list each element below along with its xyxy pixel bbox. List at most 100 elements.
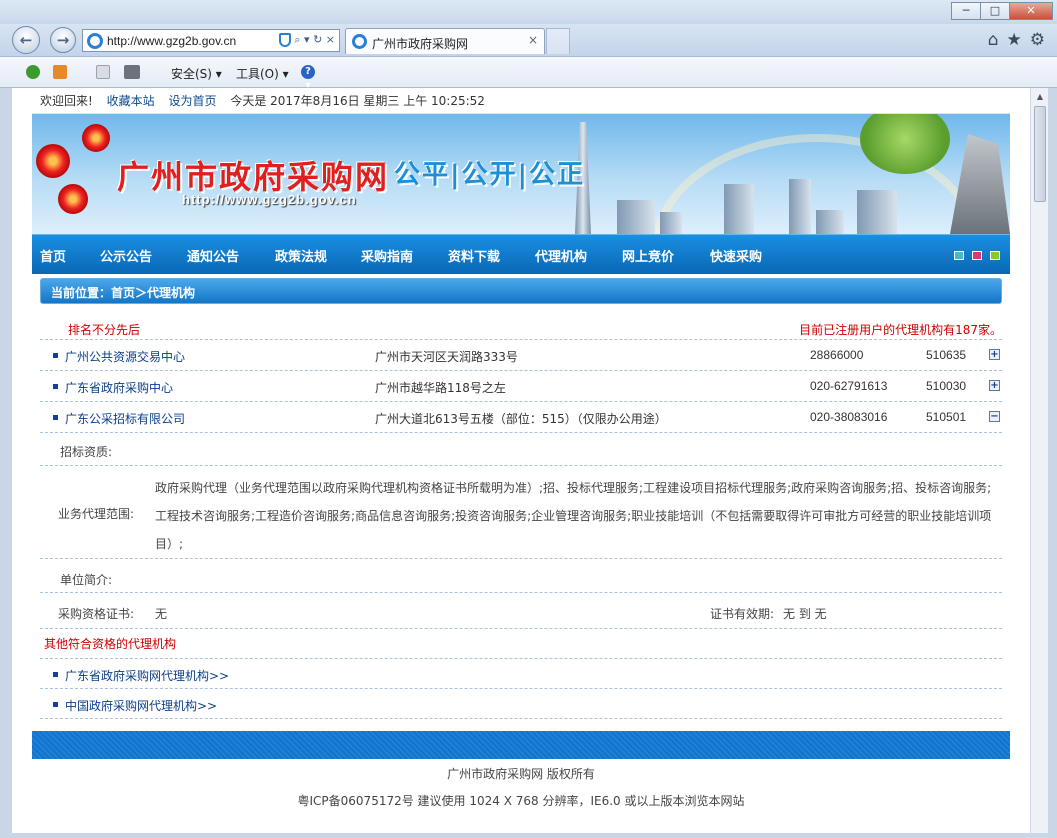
nav-item-home[interactable]: 首页 [40, 246, 66, 265]
set-home-link[interactable]: 设为首页 [168, 94, 216, 108]
scope-value: 政府采购代理（业务代理范围以政府采购代理机构资格证书所载明为准）;招、投标代理服… [155, 481, 992, 551]
agency-row[interactable]: 广州公共资源交易中心 广州市天河区天润路333号 28866000 510635… [40, 340, 1002, 371]
breadcrumb-text[interactable]: 当前位置：首页＞代理机构 [51, 284, 195, 301]
site-banner: 广州市政府采购网 http://www.gzg2b.gov.cn 公平|公开|公… [32, 114, 1010, 234]
other-agency-row[interactable]: 中国政府采购网代理机构>> [40, 689, 1002, 719]
forward-button[interactable]: → [50, 27, 76, 53]
nav-item-policies[interactable]: 政策法规 [275, 246, 327, 265]
new-tab-button[interactable] [546, 28, 570, 54]
other-agency-row[interactable]: 广东省政府采购网代理机构>> [40, 659, 1002, 689]
bullet-icon [53, 415, 58, 420]
other-agencies-heading: 其他符合资格的代理机构 [40, 629, 1002, 659]
building-decoration [857, 190, 897, 234]
building-decoration [617, 200, 655, 234]
other-agency-link[interactable]: 中国政府采购网代理机构>> [65, 697, 217, 714]
agency-name[interactable]: 广州公共资源交易中心 [65, 348, 185, 365]
bullet-icon [53, 353, 58, 358]
mail-icon[interactable] [96, 65, 110, 79]
ie-icon [87, 33, 103, 49]
ie-icon [352, 34, 367, 49]
shield-icon [279, 33, 292, 47]
agency-address: 广州市天河区天润路333号 [375, 350, 518, 364]
bookmark-link[interactable]: 收藏本站 [107, 94, 155, 108]
detail-scope: 业务代理范围: 政府采购代理（业务代理范围以政府采购代理机构资格证书所载明为准）… [40, 466, 1002, 559]
expand-icon[interactable]: + [989, 349, 1000, 360]
expand-icon[interactable]: + [989, 380, 1000, 391]
print-icon[interactable] [124, 65, 140, 79]
back-arrow-icon: ← [19, 31, 33, 49]
agency-zip: 510501 [926, 410, 967, 424]
footer-icp: 粤ICP备06075172号 建议使用 1024 X 768 分辨率，IE6.0… [297, 794, 745, 808]
vertical-scrollbar[interactable]: ▲ [1030, 88, 1048, 833]
close-window-button[interactable]: ✕ [1009, 2, 1053, 20]
collapse-icon[interactable]: − [989, 411, 1000, 422]
detail-intro: 单位简介: [40, 559, 1002, 593]
building-decoration [816, 210, 844, 234]
browser-tab[interactable]: 广州市政府采购网 × [345, 28, 545, 54]
forward-arrow-icon: → [56, 31, 70, 49]
theme-square-teal[interactable] [954, 251, 964, 260]
building-decoration [724, 184, 754, 234]
gear-icon[interactable]: ⚙ [1030, 30, 1045, 50]
back-button[interactable]: ← [12, 26, 40, 54]
nav-item-agencies[interactable]: 代理机构 [535, 246, 587, 265]
window-frame-bottom [0, 833, 1057, 838]
top-info-bar: 欢迎回来! 收藏本站 设为首页 今天是 2017年8月16日 星期三 上午 10… [32, 88, 1010, 114]
nav-item-bidding[interactable]: 网上竞价 [622, 246, 674, 265]
cert-value: 无 [155, 607, 168, 621]
other-agency-link[interactable]: 广东省政府采购网代理机构>> [65, 667, 229, 684]
home-icon[interactable]: ⌂ [988, 30, 999, 50]
flower-decoration [82, 124, 110, 152]
scroll-thumb[interactable] [1034, 106, 1046, 202]
bullet-icon [53, 702, 58, 707]
scroll-up-icon[interactable]: ▲ [1033, 90, 1047, 104]
page-viewport: 欢迎回来! 收藏本站 设为首页 今天是 2017年8月16日 星期三 上午 10… [12, 88, 1030, 833]
theme-square-pink[interactable] [972, 251, 982, 260]
site-url: http://www.gzg2b.gov.cn [182, 192, 357, 207]
scope-label: 业务代理范围: [58, 507, 135, 521]
agency-row[interactable]: 广东省政府采购中心 广州市越华路118号之左 020-62791613 5100… [40, 371, 1002, 402]
flower-decoration [36, 144, 70, 178]
star-icon[interactable]: ★ [1007, 30, 1022, 50]
page: 欢迎回来! 收藏本站 设为首页 今天是 2017年8月16日 星期三 上午 10… [32, 88, 1010, 809]
nav-item-downloads[interactable]: 资料下载 [448, 246, 500, 265]
address-bar[interactable]: http://www.gzg2b.gov.cn ⌕ ▾ ↻ × [82, 29, 340, 52]
validity-value: 无 到 无 [783, 607, 827, 621]
intro-label: 单位简介: [60, 573, 113, 587]
tools-menu[interactable]: 工具(O) ▾ [236, 65, 289, 82]
theme-square-green[interactable] [990, 251, 1000, 260]
minimize-button[interactable]: ─ [951, 2, 981, 20]
agency-name[interactable]: 广东省政府采购中心 [65, 379, 173, 396]
main-nav: 首页 公示公告 通知公告 政策法规 采购指南 资料下载 代理机构 网上竞价 快速… [32, 234, 1010, 274]
window-controls: ─ □ ✕ [951, 2, 1053, 20]
safety-menu[interactable]: 安全(S) ▾ [171, 65, 222, 82]
agency-zip: 510030 [926, 379, 967, 393]
nav-item-guide[interactable]: 采购指南 [361, 246, 413, 265]
detail-certificate: 采购资格证书: 无 证书有效期: 无 到 无 [40, 593, 1002, 629]
help-icon[interactable]: ? ▾ [301, 65, 315, 91]
welcome-text: 欢迎回来! [40, 94, 93, 108]
rss-icon[interactable] [53, 65, 67, 79]
bullet-icon [53, 672, 58, 677]
list-header: 排名不分先后 目前已注册用户的代理机构有187家。 [40, 304, 1002, 340]
nav-item-public-notice[interactable]: 公示公告 [100, 246, 152, 265]
agency-address: 广州大道北613号五楼（部位：515）（仅限办公用途） [375, 412, 667, 426]
footer: 广州市政府采购网 版权所有 粤ICP备06075172号 建议使用 1024 X… [32, 765, 1010, 809]
bullet-icon [53, 384, 58, 389]
footer-band [32, 731, 1010, 759]
browser-right-icons: ⌂ ★ ⚙ [988, 30, 1045, 50]
window-titlebar: ─ □ ✕ [0, 0, 1057, 24]
agency-address: 广州市越华路118号之左 [375, 381, 506, 395]
address-tools[interactable]: ⌕ ▾ ↻ × [279, 33, 335, 47]
detail-qualification: 招标资质: [40, 433, 1002, 466]
addon-icon[interactable] [26, 65, 40, 79]
address-url[interactable]: http://www.gzg2b.gov.cn [107, 34, 236, 48]
close-tab-icon[interactable]: × [528, 33, 538, 47]
maximize-button[interactable]: □ [980, 2, 1010, 20]
breadcrumb: 当前位置：首页＞代理机构 [40, 278, 1002, 304]
nav-item-quick-purchase[interactable]: 快速采购 [710, 246, 762, 265]
agency-zip: 510635 [926, 348, 967, 362]
agency-name[interactable]: 广东公采招标有限公司 [65, 410, 185, 427]
agency-row[interactable]: 广东公采招标有限公司 广州大道北613号五楼（部位：515）（仅限办公用途） 0… [40, 402, 1002, 433]
nav-item-notices[interactable]: 通知公告 [187, 246, 239, 265]
